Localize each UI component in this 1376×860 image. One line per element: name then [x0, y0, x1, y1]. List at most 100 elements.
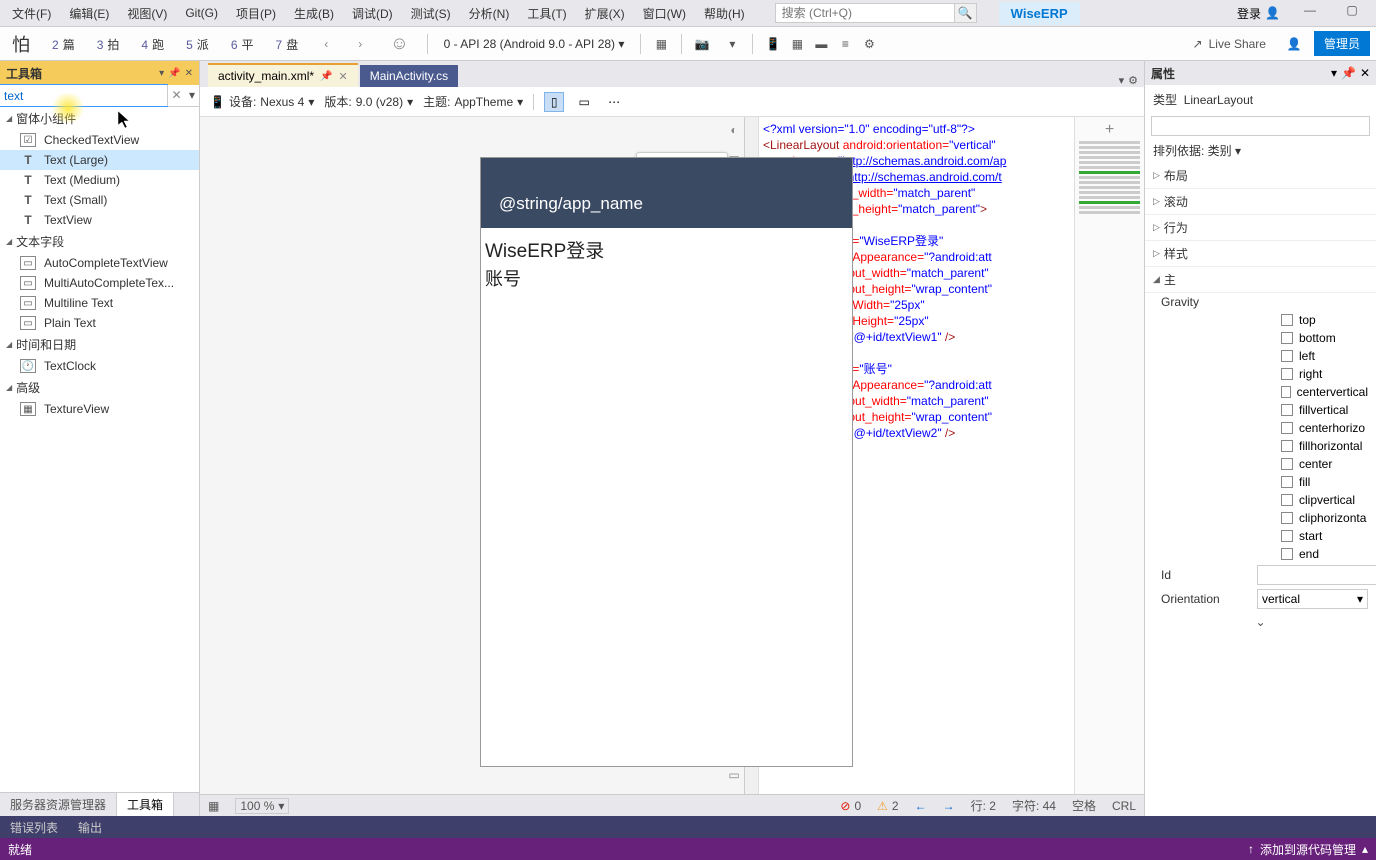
device-selector[interactable]: 📱 设备: Nexus 4 ▾ [210, 93, 314, 110]
ime-candidate-5[interactable]: 5派 [180, 33, 215, 54]
gravity-fillhorizontal[interactable]: fillhorizontal [1265, 437, 1376, 455]
api-selector[interactable]: 0 - API 28 (Android 9.0 - API 28) ▾ [438, 35, 631, 53]
toolbox-search-input[interactable] [0, 85, 167, 106]
preview-icon-1[interactable]: ◐ [726, 123, 742, 139]
nav-back-icon[interactable]: ← [915, 799, 927, 813]
gravity-start[interactable]: start [1265, 527, 1376, 545]
menu-tools[interactable]: 工具(T) [519, 3, 574, 24]
view-portrait[interactable]: ▯ [544, 92, 564, 112]
toolbox-group-datetime[interactable]: 时间和日期 [0, 333, 199, 356]
ime-candidate-2[interactable]: 2篇 [46, 33, 81, 54]
gravity-left[interactable]: left [1265, 347, 1376, 365]
toolbox-group-textfields[interactable]: 文本字段 [0, 230, 199, 253]
toolbox-dropdown-icon[interactable]: ▾ [159, 68, 164, 79]
device-icon[interactable]: 📱 [763, 34, 783, 54]
minimize-button[interactable]: — [1290, 3, 1330, 23]
gravity-centervertical[interactable]: centervertical [1265, 383, 1376, 401]
code-minimap[interactable]: + [1074, 117, 1144, 794]
toolbox-item-textureview[interactable]: ▦TextureView [0, 399, 199, 419]
menu-debug[interactable]: 调试(D) [344, 3, 401, 24]
prop-dropdown-icon[interactable]: ▾ [1331, 66, 1337, 80]
id-input[interactable] [1257, 565, 1376, 585]
source-control-button[interactable]: ↑ 添加到源代码管理 ▴ [1248, 841, 1368, 858]
ime-prev[interactable]: ‹ [314, 37, 338, 51]
menu-analyze[interactable]: 分析(N) [461, 3, 518, 24]
toolbox-group-advanced[interactable]: 高级 [0, 376, 199, 399]
close-icon[interactable]: ✕ [1360, 66, 1370, 80]
menu-file[interactable]: 文件(F) [4, 3, 59, 24]
preview-bottom-icon-2[interactable]: ▭ [726, 768, 742, 784]
split-add-icon[interactable]: + [1079, 121, 1140, 139]
close-icon[interactable]: ✕ [185, 68, 193, 79]
crlf-indicator[interactable]: CRL [1112, 799, 1136, 813]
prop-group-main[interactable]: 主 [1145, 267, 1376, 293]
tab-error-list[interactable]: 错误列表 [0, 817, 68, 838]
gravity-center[interactable]: center [1265, 455, 1376, 473]
ime-next[interactable]: › [348, 37, 372, 51]
close-icon[interactable]: ✕ [338, 70, 347, 83]
tool-icon-1[interactable]: ▦ [651, 34, 671, 54]
warning-icon[interactable]: ⚠ [877, 799, 888, 813]
zoom-selector[interactable]: 100 % ▾ [235, 798, 289, 814]
gravity-clipvertical[interactable]: clipvertical [1265, 491, 1376, 509]
nav-forward-icon[interactable]: → [943, 799, 955, 813]
menu-extensions[interactable]: 扩展(X) [577, 3, 633, 24]
gravity-fillvertical[interactable]: fillvertical [1265, 401, 1376, 419]
search-input[interactable] [775, 3, 955, 23]
tab-toolbox[interactable]: 工具箱 [117, 793, 174, 816]
spaces-indicator[interactable]: 空格 [1072, 797, 1096, 814]
gravity-cliphorizontal[interactable]: cliphorizonta [1265, 509, 1376, 527]
tool-icon-3[interactable]: ▦ [787, 34, 807, 54]
menu-help[interactable]: 帮助(H) [696, 3, 753, 24]
tab-dropdown-icon[interactable]: ▾ [1119, 74, 1125, 87]
properties-search-input[interactable] [1151, 116, 1370, 136]
prop-group-scroll[interactable]: 滚动 [1145, 189, 1376, 215]
login-button[interactable]: 登录 👤 [1229, 3, 1288, 24]
gravity-end[interactable]: end [1265, 545, 1376, 563]
gravity-centerhorizontal[interactable]: centerhorizo [1265, 419, 1376, 437]
toolbox-item-textclock[interactable]: 🕐TextClock [0, 356, 199, 376]
clear-search-icon[interactable]: ✕ [167, 85, 185, 106]
camera-icon[interactable]: 📷 [692, 34, 712, 54]
preview-textview-2[interactable]: 账号 [485, 265, 848, 291]
device-frame[interactable]: @string/app_name WiseERP登录 账号 [480, 157, 853, 767]
preview-textview-1[interactable]: WiseERP登录 [485, 236, 848, 263]
prop-expand-icon[interactable]: ⌄ [1145, 611, 1376, 633]
prop-group-behavior[interactable]: 行为 [1145, 215, 1376, 241]
ime-candidate-1[interactable]: 怕 [6, 31, 36, 57]
view-landscape[interactable]: ▭ [574, 92, 594, 112]
menu-view[interactable]: 视图(V) [119, 3, 175, 24]
pin-icon[interactable]: 📌 [1341, 66, 1356, 80]
tab-settings-icon[interactable]: ⚙ [1128, 74, 1138, 87]
tab-server-explorer[interactable]: 服务器资源管理器 [0, 793, 117, 816]
maximize-button[interactable]: ▢ [1332, 3, 1372, 23]
orientation-select[interactable]: vertical▾ [1257, 589, 1368, 609]
properties-sort[interactable]: 排列依据: 类别 ▾ [1145, 138, 1376, 163]
prop-group-layout[interactable]: 布局 [1145, 163, 1376, 189]
feedback-icon[interactable]: 👤 [1284, 34, 1304, 54]
toolbox-item-autocomplete[interactable]: ▭AutoCompleteTextView [0, 253, 199, 273]
menu-project[interactable]: 项目(P) [228, 3, 284, 24]
tool-icon-2[interactable]: ▾ [722, 34, 742, 54]
pin-icon[interactable]: 📌 [168, 68, 180, 79]
gravity-right[interactable]: right [1265, 365, 1376, 383]
gravity-top[interactable]: top [1265, 311, 1376, 329]
toolbox-item-text-large[interactable]: TText (Large) [0, 150, 199, 170]
gear-icon[interactable]: ⚙ [859, 34, 879, 54]
live-share-button[interactable]: ↗Live Share [1185, 37, 1274, 51]
toolbox-item-text-small[interactable]: TText (Small) [0, 190, 199, 210]
tool-icon-5[interactable]: ≡ [835, 34, 855, 54]
toolbox-item-plaintext[interactable]: ▭Plain Text [0, 313, 199, 333]
tab-output[interactable]: 输出 [68, 817, 112, 838]
ime-candidate-7[interactable]: 7盘 [270, 33, 305, 54]
prop-group-style[interactable]: 样式 [1145, 241, 1376, 267]
toolbox-item-textview[interactable]: TTextView [0, 210, 199, 230]
ime-candidate-6[interactable]: 6平 [225, 33, 260, 54]
ime-candidate-4[interactable]: 4跑 [135, 33, 170, 54]
menu-test[interactable]: 测试(S) [403, 3, 459, 24]
toolbox-group-widgets[interactable]: 窗体小组件 [0, 107, 199, 130]
view-more[interactable]: ⋯ [604, 92, 624, 112]
pin-icon[interactable]: 📌 [320, 71, 332, 82]
search-button[interactable]: 🔍 [955, 3, 977, 23]
tab-activity-main[interactable]: activity_main.xml* 📌 ✕ [208, 63, 358, 87]
